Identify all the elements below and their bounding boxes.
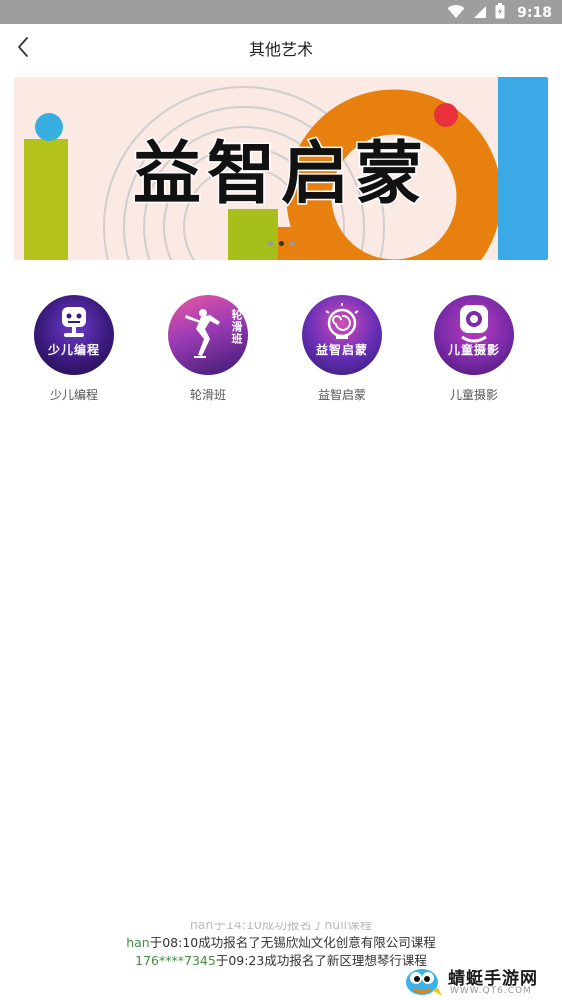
signal-icon bbox=[473, 4, 487, 23]
ticker-message: 于08:10成功报名了无锡欣灿文化创意有限公司课程 bbox=[149, 935, 436, 950]
carousel-dot[interactable] bbox=[289, 241, 295, 246]
category-puzzle[interactable]: 益智启蒙 益智启蒙 bbox=[292, 295, 392, 405]
carousel-dot-active[interactable] bbox=[278, 241, 284, 246]
page-title: 其他艺术 bbox=[248, 40, 313, 59]
app-header: 其他艺术 bbox=[0, 24, 562, 70]
category-photography[interactable]: 儿童摄影 儿童摄影 bbox=[424, 295, 524, 405]
status-icons: 9:18 bbox=[447, 3, 552, 23]
watermark: 蜻蜓手游网 WWW.QT6.COM bbox=[402, 962, 554, 998]
banner-carousel[interactable]: 益智启蒙 bbox=[14, 77, 548, 260]
category-skating-caption: 轮滑班 bbox=[230, 309, 243, 345]
ticker-user: han bbox=[126, 935, 150, 950]
category-grid: 少儿编程 少儿编程 轮滑班 轮滑班 益智启蒙 益智启蒙 儿童摄影 儿童摄影 bbox=[0, 295, 562, 415]
category-photography-caption: 儿童摄影 bbox=[447, 343, 500, 357]
ticker-line: han于08:10成功报名了无锡欣灿文化创意有限公司课程 bbox=[0, 934, 562, 952]
category-puzzle-image: 益智启蒙 bbox=[302, 295, 382, 375]
wifi-icon bbox=[447, 4, 465, 23]
category-label: 儿童摄影 bbox=[449, 388, 498, 402]
carousel-dots bbox=[0, 241, 562, 246]
watermark-url: WWW.QT6.COM bbox=[450, 986, 532, 996]
carousel-dot[interactable] bbox=[267, 241, 273, 246]
category-label: 轮滑班 bbox=[189, 388, 226, 402]
banner-title: 益智启蒙 bbox=[131, 134, 429, 216]
category-photography-image: 儿童摄影 bbox=[434, 295, 514, 375]
ticker-line: han于14:10成功报名了null课程 bbox=[189, 917, 373, 932]
category-coding[interactable]: 少儿编程 少儿编程 bbox=[24, 295, 124, 405]
category-coding-image: 少儿编程 bbox=[34, 295, 114, 375]
category-coding-caption: 少儿编程 bbox=[47, 343, 100, 357]
category-skating[interactable]: 轮滑班 轮滑班 bbox=[158, 295, 258, 405]
status-time: 9:18 bbox=[517, 5, 552, 21]
category-skating-image: 轮滑班 bbox=[168, 295, 248, 375]
category-label: 少儿编程 bbox=[49, 388, 98, 402]
status-bar: 9:18 bbox=[0, 0, 562, 24]
battery-icon bbox=[495, 3, 505, 23]
category-label: 益智启蒙 bbox=[317, 388, 366, 402]
ticker-message: 于09:23成功报名了新区理想琴行课程 bbox=[215, 953, 427, 968]
ticker-user: 176****7345 bbox=[135, 953, 216, 968]
category-puzzle-caption: 益智启蒙 bbox=[315, 343, 368, 357]
